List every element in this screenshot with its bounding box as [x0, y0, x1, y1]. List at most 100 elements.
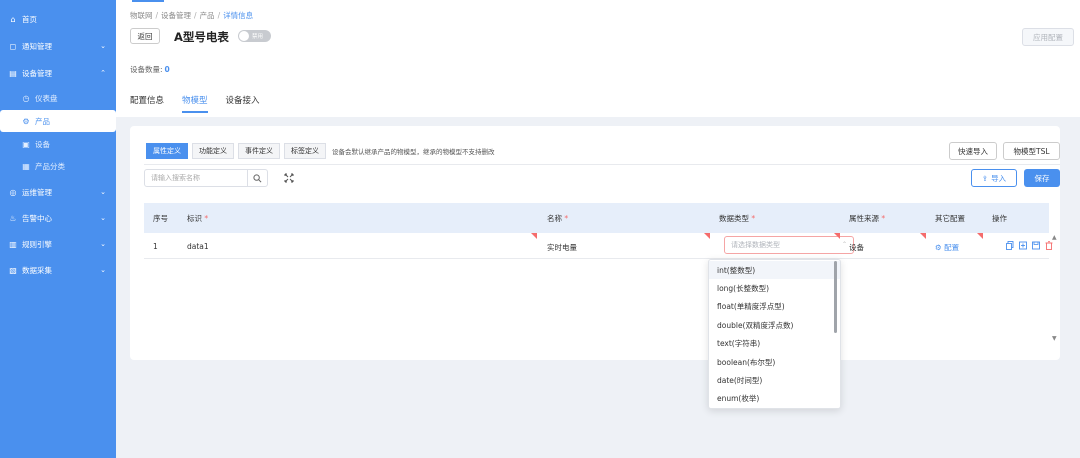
- add-icon[interactable]: [1019, 241, 1027, 250]
- col-other-config: 其它配置: [935, 214, 965, 223]
- option-int[interactable]: int(整数型): [709, 261, 840, 280]
- datatype-placeholder: 请选择数据类型: [731, 241, 780, 249]
- tsl-button[interactable]: 物模型TSL: [1003, 142, 1060, 160]
- alarm-icon: ♨: [9, 213, 17, 223]
- search-button[interactable]: [247, 170, 267, 186]
- col-identifier-label: 标识: [187, 214, 202, 223]
- subtab-functions[interactable]: 功能定义: [192, 143, 234, 159]
- col-name-label: 名称: [547, 214, 562, 223]
- sidebar-item-home[interactable]: ⌂ 首页: [0, 8, 116, 30]
- dropdown-scrollbar[interactable]: [834, 261, 837, 333]
- chevron-down-icon: ⌄: [100, 42, 106, 50]
- sidebar-item-alarm[interactable]: ♨ 告警中心 ⌄: [0, 207, 116, 229]
- search-input[interactable]: [145, 170, 247, 186]
- sidebar-item-product[interactable]: ⚙ 产品: [0, 110, 116, 132]
- thing-model-card: 属性定义 功能定义 事件定义 标签定义 设备会默认继承产品的物模型，继承的物模型…: [130, 126, 1060, 360]
- sidebar-item-collect[interactable]: ▧ 数据采集 ⌄: [0, 259, 116, 281]
- row-actions: [1006, 241, 1053, 250]
- page-header: 物联网 / 设备管理 / 产品 / 详情信息 返回 A型号电表 禁用 应用配置 设备数量: 0…: [116, 0, 1080, 117]
- search-box: [144, 169, 268, 187]
- device-list-icon: ▣: [22, 139, 30, 149]
- toggle-knob: [239, 31, 249, 41]
- save-row-icon[interactable]: [1032, 241, 1040, 250]
- collect-icon: ▧: [9, 265, 17, 275]
- subtab-properties[interactable]: 属性定义: [146, 143, 188, 159]
- sidebar-item-category[interactable]: ▦ 产品分类: [0, 155, 116, 177]
- table-row: 1 data1 实时电量 请选择数据类型 ⌃ 设备 ⚙ 配置: [144, 233, 1053, 259]
- col-source: 属性来源 *: [849, 214, 886, 223]
- scroll-up-icon[interactable]: ▲: [1052, 234, 1057, 241]
- bell-icon: ◻: [9, 41, 17, 51]
- col-datatype-label: 数据类型: [719, 214, 749, 223]
- datatype-dropdown: int(整数型) long(长整数型) float(单精度浮点型) double…: [708, 259, 841, 409]
- product-icon: ⚙: [22, 116, 30, 126]
- sidebar-item-label: 产品分类: [35, 161, 65, 171]
- divider: [144, 164, 1060, 165]
- chevron-down-icon: ⌄: [100, 188, 106, 196]
- apply-config-button[interactable]: 应用配置: [1022, 28, 1074, 46]
- breadcrumb-item[interactable]: 物联网: [130, 11, 153, 20]
- device-count-value: 0: [164, 65, 170, 74]
- page-title: A型号电表: [174, 30, 229, 44]
- subtab-events[interactable]: 事件定义: [238, 143, 280, 159]
- toggle-label: 禁用: [252, 34, 264, 40]
- main-tabs: 配置信息 物模型 设备接入: [130, 94, 278, 113]
- scroll-down-icon[interactable]: ▼: [1052, 335, 1057, 342]
- option-float[interactable]: float(单精度浮点型): [709, 298, 840, 316]
- option-boolean[interactable]: boolean(布尔型): [709, 353, 840, 371]
- upload-icon: ⇪: [981, 173, 989, 183]
- chevron-up-icon: ⌃: [100, 69, 106, 77]
- table-header: 序号 标识 * 名称 * 数据类型 * 属性来源 * 其它配置 操作: [144, 203, 1049, 233]
- option-enum[interactable]: enum(枚举): [709, 390, 840, 408]
- sidebar-item-label: 仪表盘: [35, 93, 58, 103]
- row-source[interactable]: 设备: [849, 242, 864, 253]
- chevron-down-icon: ⌄: [100, 214, 106, 222]
- option-date[interactable]: date(时间型): [709, 371, 840, 389]
- copy-icon[interactable]: [1006, 241, 1014, 250]
- row-name[interactable]: 实时电量: [547, 242, 577, 253]
- sidebar-item-label: 产品: [35, 116, 50, 126]
- save-button[interactable]: 保存: [1024, 169, 1060, 187]
- option-text[interactable]: text(字符串): [709, 335, 840, 353]
- col-actions: 操作: [992, 214, 1007, 223]
- rule-icon: ▥: [9, 239, 17, 249]
- option-double[interactable]: double(双精度浮点数): [709, 316, 840, 334]
- enable-toggle[interactable]: 禁用: [238, 30, 271, 42]
- config-link[interactable]: ⚙ 配置: [935, 242, 959, 253]
- delete-icon[interactable]: [1045, 241, 1053, 250]
- quick-import-button[interactable]: 快速导入: [949, 142, 997, 160]
- sidebar-item-device[interactable]: ▣ 设备: [0, 133, 116, 155]
- tab-config-info[interactable]: 配置信息: [130, 94, 164, 113]
- main-content: 物联网 / 设备管理 / 产品 / 详情信息 返回 A型号电表 禁用 应用配置 设备数量: 0…: [116, 0, 1080, 458]
- row-identifier[interactable]: data1: [187, 242, 209, 251]
- chevron-down-icon: ⌄: [100, 266, 106, 274]
- breadcrumb-item[interactable]: 设备管理: [161, 11, 191, 20]
- sidebar-item-rule[interactable]: ▥ 规则引擎 ⌄: [0, 233, 116, 255]
- search-icon: [253, 173, 262, 182]
- tab-thing-model[interactable]: 物模型: [182, 94, 208, 113]
- subtab-tags[interactable]: 标签定义: [284, 143, 326, 159]
- config-label: 配置: [944, 243, 960, 252]
- device-count: 设备数量: 0: [130, 64, 170, 75]
- ops-icon: ◎: [9, 187, 17, 197]
- home-icon: ⌂: [10, 14, 16, 24]
- sidebar-item-dashboard[interactable]: ◷ 仪表盘: [0, 87, 116, 109]
- breadcrumb-current: 详情信息: [223, 11, 254, 20]
- sidebar-item-label: 数据采集: [22, 265, 52, 275]
- sidebar-item-notify[interactable]: ◻ 通知管理 ⌄: [0, 35, 116, 57]
- sidebar-item-ops[interactable]: ◎ 运维管理 ⌄: [0, 181, 116, 203]
- edited-marker: [920, 233, 926, 239]
- col-identifier: 标识 *: [187, 214, 209, 223]
- breadcrumb-item[interactable]: 产品: [200, 11, 215, 20]
- breadcrumb: 物联网 / 设备管理 / 产品 / 详情信息: [130, 11, 254, 20]
- back-button[interactable]: 返回: [130, 28, 160, 44]
- sidebar-item-label: 运维管理: [22, 187, 52, 197]
- tab-device-access[interactable]: 设备接入: [226, 94, 260, 113]
- category-icon: ▦: [22, 161, 30, 171]
- sidebar-item-device-mgmt[interactable]: ▤ 设备管理 ⌃: [0, 62, 116, 84]
- import-button[interactable]: ⇪ 导入: [971, 169, 1017, 187]
- option-long[interactable]: long(长整数型): [709, 279, 840, 297]
- col-source-label: 属性来源: [849, 214, 879, 223]
- fullscreen-icon[interactable]: [282, 171, 296, 185]
- import-label: 导入: [991, 173, 1007, 183]
